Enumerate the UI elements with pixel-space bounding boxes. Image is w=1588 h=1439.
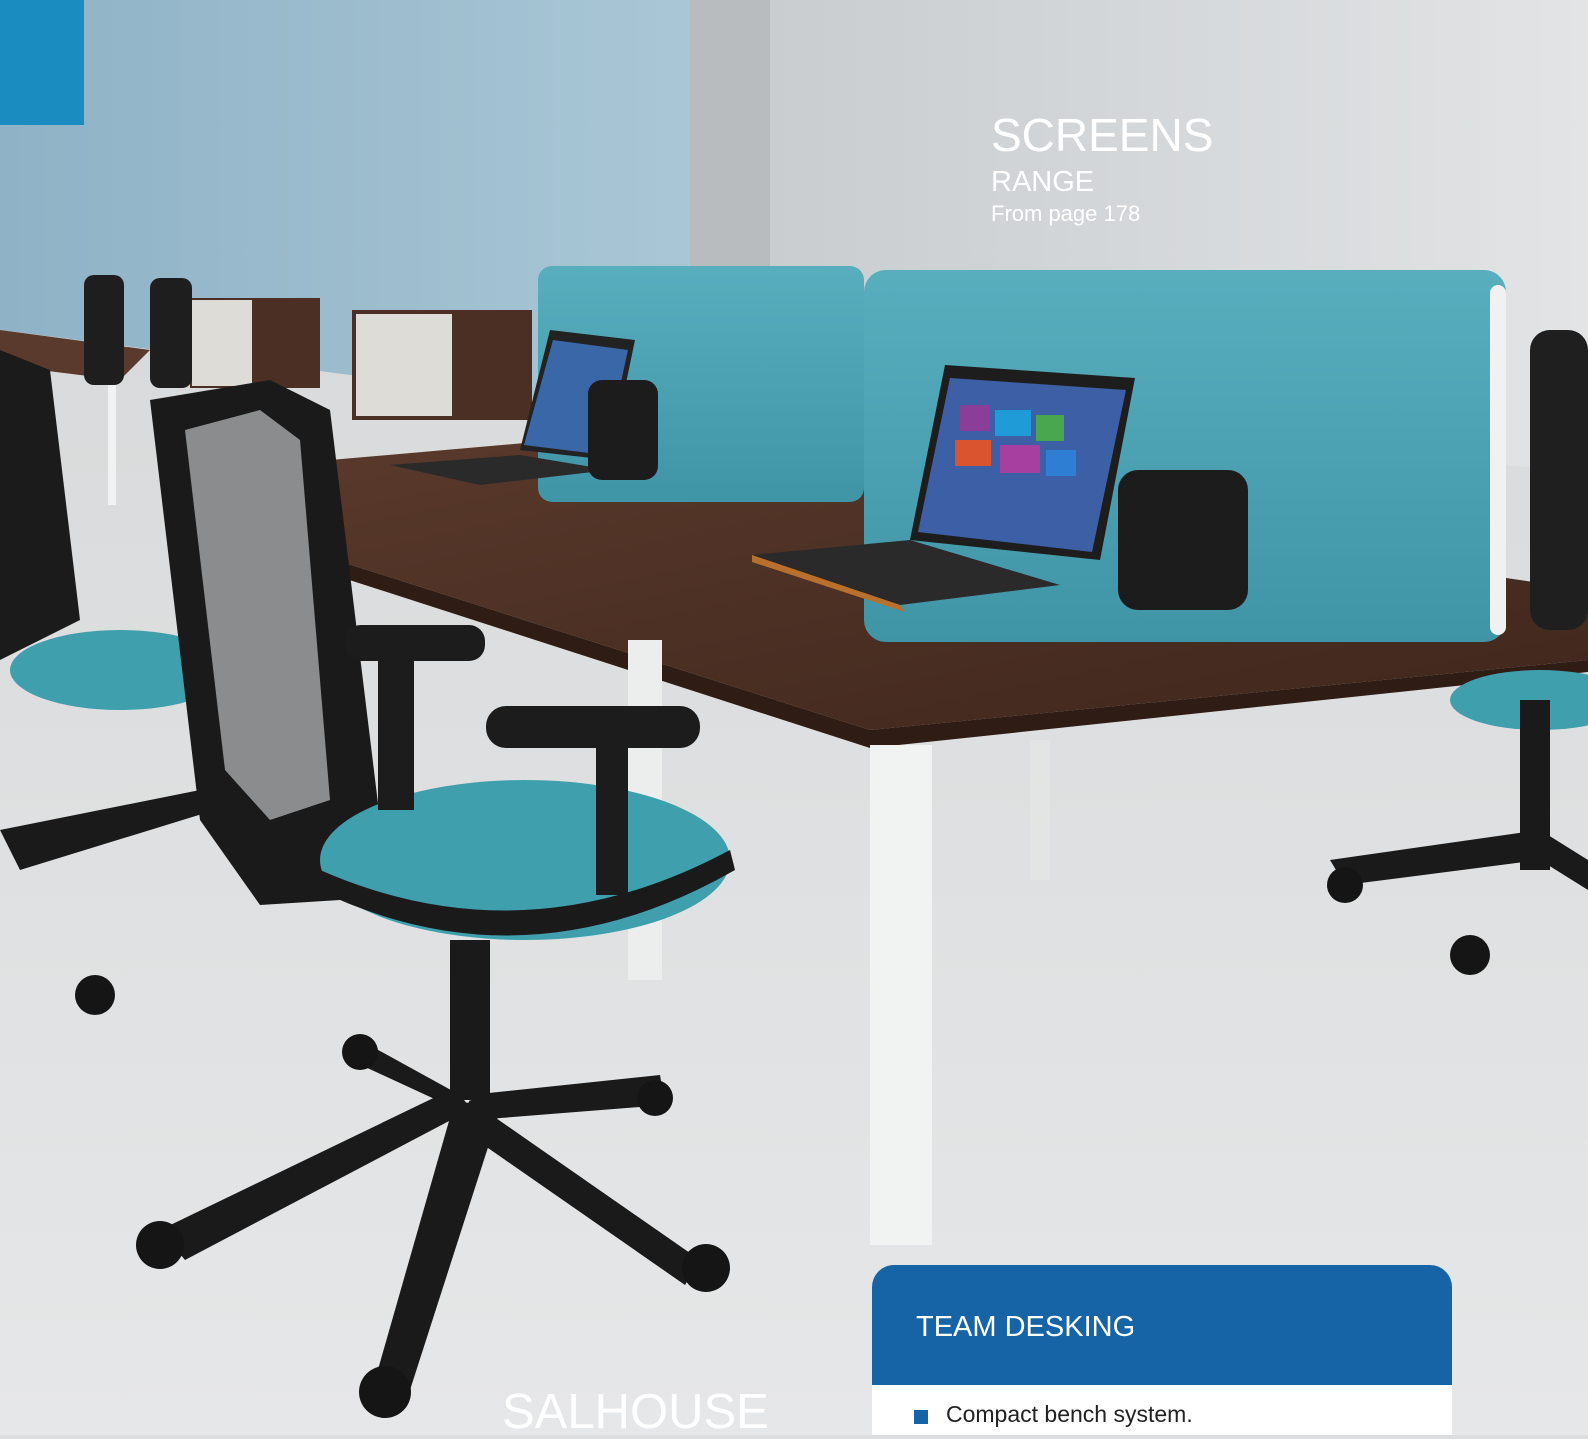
- corner-tab: [0, 0, 84, 125]
- product-name: SALHOUSE: [502, 1385, 769, 1439]
- office-photo: [0, 0, 1588, 1435]
- info-card-header: TEAM DESKING: [872, 1265, 1452, 1385]
- page-reference: From page 178: [991, 201, 1141, 226]
- screens-title: SCREENS: [991, 109, 1214, 161]
- info-card-title: TEAM DESKING: [916, 1311, 1136, 1343]
- feature-text: Compact bench system.: [946, 1401, 1193, 1427]
- bullet-square-icon: [914, 1410, 928, 1424]
- screens-subtitle: RANGE: [991, 166, 1095, 198]
- feature-list: Compact bench system.: [872, 1385, 1452, 1426]
- screens-heading: SCREENS RANGE From page 178: [991, 112, 1213, 225]
- feature-item: Compact bench system.: [914, 1403, 1452, 1426]
- info-card: TEAM DESKING Compact bench system.: [872, 1265, 1452, 1435]
